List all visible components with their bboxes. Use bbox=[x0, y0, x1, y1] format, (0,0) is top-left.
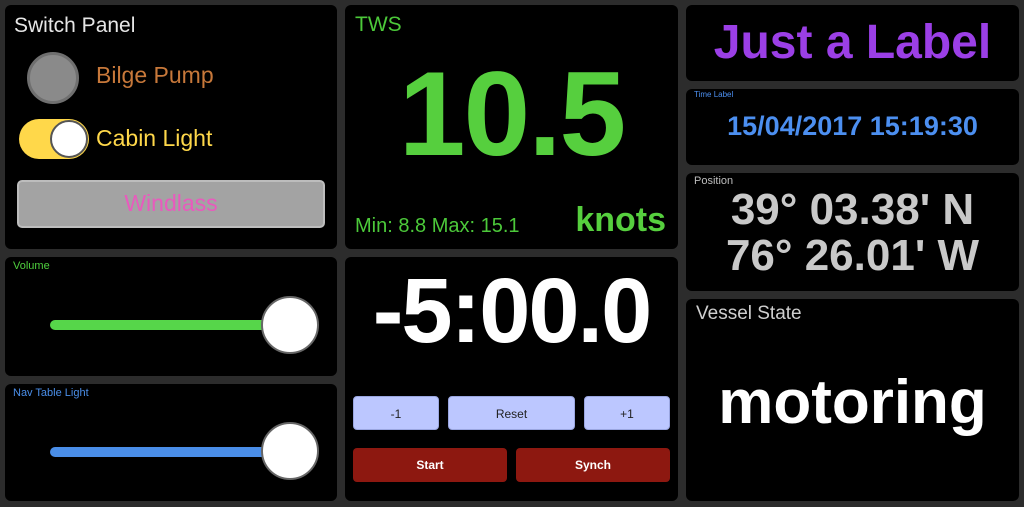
vessel-state-title: Vessel State bbox=[696, 303, 802, 324]
nav-table-light-card: Nav Table Light bbox=[5, 384, 337, 501]
timer-value: -5:00.0 bbox=[372, 260, 653, 362]
minus-one-button[interactable]: -1 bbox=[353, 396, 439, 430]
just-a-label-card: Just a Label bbox=[686, 5, 1019, 81]
just-a-label-text: Just a Label bbox=[713, 16, 992, 69]
tws-card: TWS 10.5 Min: 8.8 Max: 15.1 knots bbox=[345, 5, 678, 249]
position-longitude: 76° 26.01' W bbox=[725, 231, 980, 280]
position-latitude: 39° 03.38' N bbox=[730, 185, 975, 234]
start-button[interactable]: Start bbox=[353, 448, 507, 482]
cabin-light-label: Cabin Light bbox=[96, 125, 213, 151]
vessel-state-card: Vessel State motoring bbox=[686, 299, 1019, 501]
tws-minmax: Min: 8.8 Max: 15.1 bbox=[355, 215, 520, 237]
race-timer-card: -5:00.0 -1 Reset +1 Start Synch bbox=[345, 257, 678, 501]
vessel-state-value: motoring bbox=[718, 368, 987, 437]
nav-table-light-slider-track[interactable] bbox=[50, 447, 285, 457]
volume-card: Volume bbox=[5, 257, 337, 376]
time-label-card: Time Label 15/04/2017 15:19:30 bbox=[686, 89, 1019, 165]
tws-value: 10.5 bbox=[398, 47, 627, 181]
reset-button[interactable]: Reset bbox=[448, 396, 575, 430]
volume-slider-knob[interactable] bbox=[261, 296, 319, 354]
time-label-title: Time Label bbox=[694, 90, 734, 99]
cabin-light-toggle[interactable] bbox=[19, 119, 89, 159]
nav-table-light-label: Nav Table Light bbox=[13, 387, 89, 399]
bilge-pump-row[interactable]: Bilge Pump bbox=[15, 50, 335, 104]
time-value: 15/04/2017 15:19:30 bbox=[727, 111, 978, 141]
bilge-pump-toggle[interactable] bbox=[27, 52, 79, 104]
tws-unit: knots bbox=[575, 201, 666, 239]
plus-one-button[interactable]: +1 bbox=[584, 396, 670, 430]
bilge-pump-label: Bilge Pump bbox=[96, 62, 214, 88]
switch-panel-card: Switch Panel Bilge Pump Cabin Light Wind… bbox=[5, 5, 337, 249]
switch-panel-title: Switch Panel bbox=[14, 14, 136, 37]
cabin-light-row[interactable]: Cabin Light bbox=[15, 113, 335, 163]
nav-table-light-slider-knob[interactable] bbox=[261, 422, 319, 480]
volume-slider-track[interactable] bbox=[50, 320, 285, 330]
synch-button[interactable]: Synch bbox=[516, 448, 670, 482]
position-card: Position 39° 03.38' N 76° 26.01' W bbox=[686, 173, 1019, 291]
windlass-button[interactable]: Windlass bbox=[17, 180, 325, 228]
cabin-light-toggle-knob bbox=[50, 120, 88, 158]
volume-label: Volume bbox=[13, 260, 50, 272]
tws-title: TWS bbox=[355, 13, 402, 36]
